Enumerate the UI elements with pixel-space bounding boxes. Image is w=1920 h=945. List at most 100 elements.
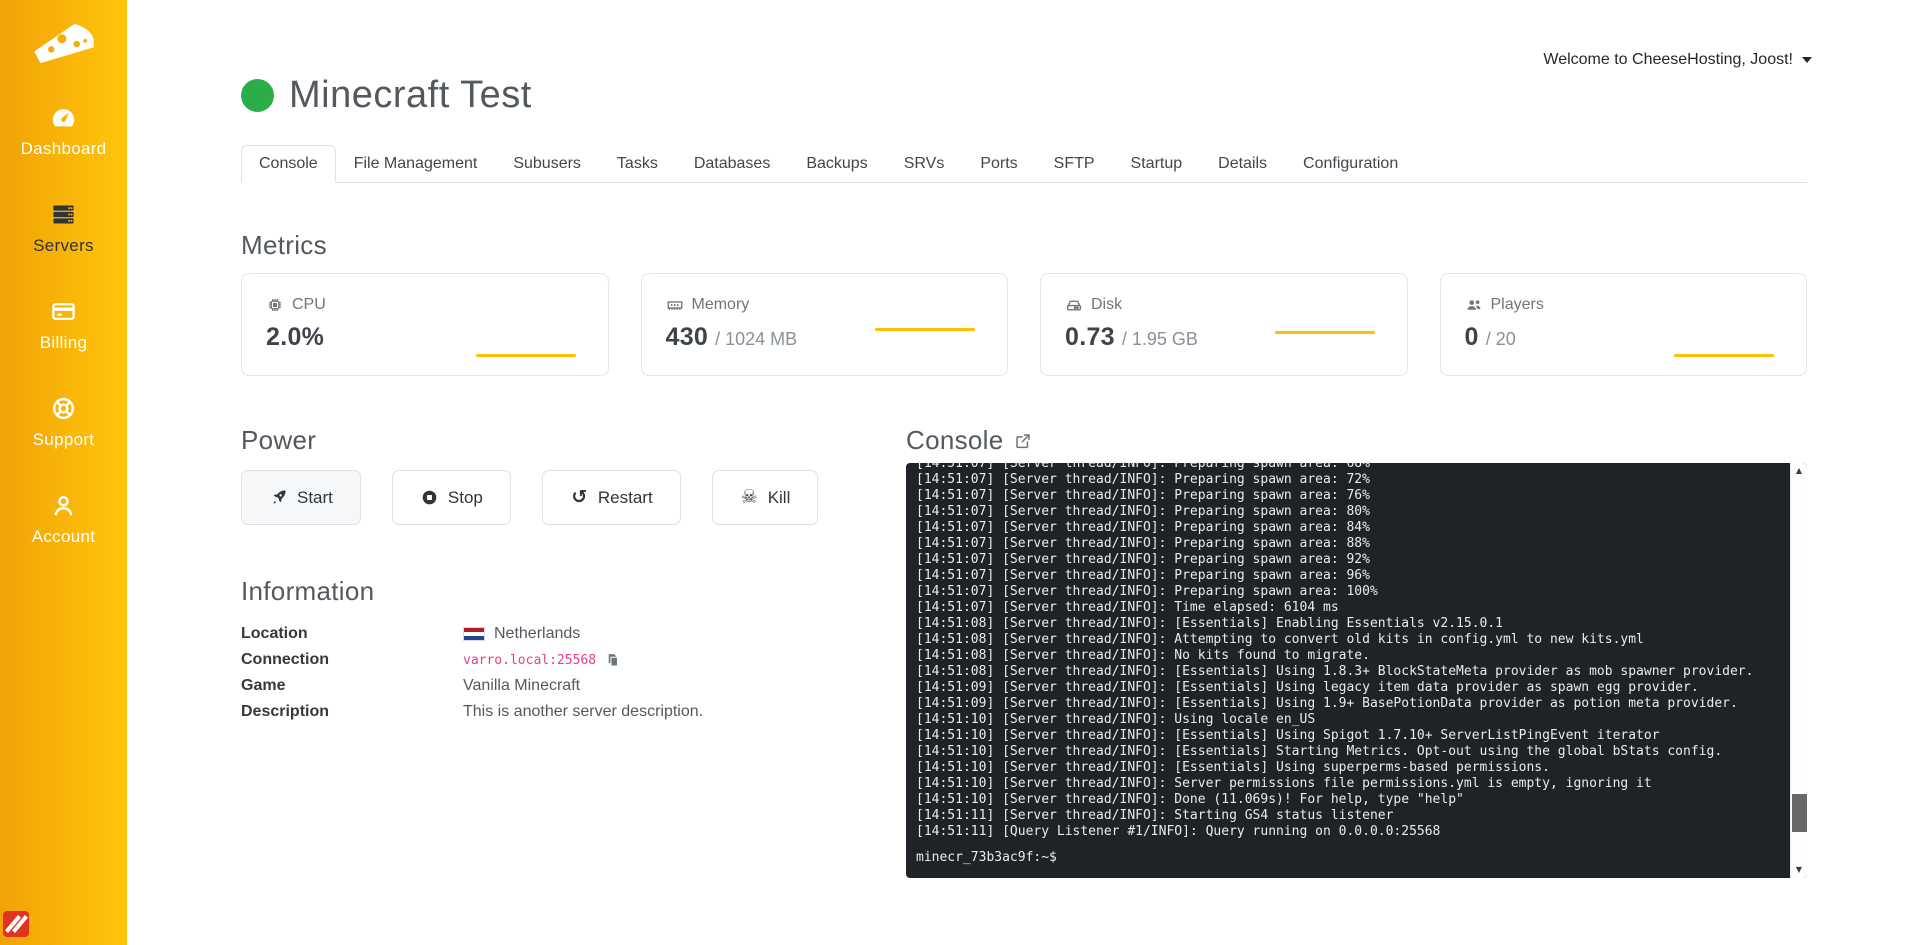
console-line: [14:51:07] [Server thread/INFO]: Prepari… [916, 520, 1370, 535]
console-line: [14:51:07] [Server thread/INFO]: Prepari… [916, 568, 1370, 583]
metric-label: Players [1490, 296, 1544, 313]
metric-value: 0.73 [1065, 323, 1115, 351]
restart-icon: ↺ [571, 486, 588, 508]
metric-suffix: / 1024 MB [715, 329, 798, 349]
console-line: [14:51:07] [Server thread/INFO]: Prepari… [916, 463, 1370, 471]
location-value: Netherlands [494, 625, 581, 642]
console-scrollbar[interactable]: ▲ ▼ [1790, 463, 1807, 878]
tab-details[interactable]: Details [1200, 145, 1285, 183]
console-line: [14:51:10] [Server thread/INFO]: Server … [916, 776, 1652, 791]
start-button-label: Start [297, 487, 333, 507]
game-value: Vanilla Minecraft [463, 677, 581, 694]
tab-databases[interactable]: Databases [676, 145, 789, 183]
metric-suffix: / 1.95 GB [1121, 329, 1198, 349]
metric-cards: CPU 2.0% Memory 430 / 1024 MB Disk 0.73 … [241, 273, 1807, 376]
external-link-icon[interactable] [1014, 432, 1032, 450]
info-label: Game [241, 677, 286, 694]
sidebar-item-account[interactable]: Account [0, 486, 127, 583]
user-icon [50, 492, 77, 519]
skull-icon: ☠ [740, 486, 758, 508]
metric-label: Disk [1091, 296, 1123, 313]
players-icon [1465, 296, 1483, 314]
console-line: [14:51:07] [Server thread/INFO]: Prepari… [916, 472, 1370, 487]
scroll-down-arrow[interactable]: ▼ [1791, 862, 1807, 878]
stop-button[interactable]: Stop [391, 470, 511, 525]
metric-label: Memory [691, 296, 750, 313]
metric-label: CPU [292, 296, 326, 313]
console-line: [14:51:10] [Server thread/INFO]: [Essent… [916, 728, 1660, 743]
kill-button[interactable]: ☠ Kill [711, 470, 819, 525]
information-heading: Information [241, 576, 375, 606]
sidebar-item-support[interactable]: Support [0, 389, 127, 486]
kill-button-label: Kill [767, 487, 791, 507]
tab-startup[interactable]: Startup [1113, 145, 1201, 183]
chevron-down-icon [1802, 57, 1812, 63]
console-section: Console [14:51:07] [Server thread/INFO]:… [906, 425, 1807, 878]
console-log[interactable]: [14:51:07] [Server thread/INFO]: Prepari… [916, 463, 1777, 840]
tab-tasks[interactable]: Tasks [599, 145, 676, 183]
tab-console[interactable]: Console [241, 145, 336, 183]
power-buttons: Start Stop ↺ Restart ☠ Kill [241, 470, 889, 525]
info-row-connection: Connection varro.local:25568 [241, 650, 889, 670]
info-row-description: Description This is another server descr… [241, 702, 889, 722]
sidebar-item-label: Billing [39, 333, 88, 352]
tab-backups[interactable]: Backups [788, 145, 885, 183]
cheese-logo[interactable] [0, 0, 127, 72]
sidebar-item-label: Account [31, 527, 96, 546]
scroll-thumb[interactable] [1792, 794, 1807, 832]
console-line: [14:51:09] [Server thread/INFO]: [Essent… [916, 680, 1699, 695]
console-line: [14:51:10] [Server thread/INFO]: Using l… [916, 712, 1316, 727]
billing-icon [50, 298, 77, 325]
metric-card-cpu: CPU 2.0% [241, 273, 609, 376]
console-line: [14:51:08] [Server thread/INFO]: [Essent… [916, 664, 1754, 679]
console-heading: Console [906, 425, 1004, 455]
restart-button[interactable]: ↺ Restart [541, 470, 681, 525]
console-line: [14:51:10] [Server thread/INFO]: Done (1… [916, 792, 1464, 807]
welcome-text: Welcome to CheeseHosting, Joost! [1543, 51, 1793, 68]
start-button[interactable]: Start [241, 470, 361, 525]
copy-icon[interactable] [605, 652, 620, 668]
servers-icon [50, 201, 77, 228]
tab-subusers[interactable]: Subusers [495, 145, 599, 183]
console-terminal[interactable]: [14:51:07] [Server thread/INFO]: Prepari… [906, 463, 1807, 878]
dashboard-icon [50, 104, 77, 131]
tab-srvs[interactable]: SRVs [886, 145, 963, 183]
life-ring-icon [50, 395, 77, 422]
tab-sftp[interactable]: SFTP [1036, 145, 1113, 183]
console-line: [14:51:07] [Server thread/INFO]: Time el… [916, 600, 1339, 615]
stop-icon [420, 488, 439, 507]
metric-card-disk: Disk 0.73 / 1.95 GB [1040, 273, 1408, 376]
sparkline [475, 354, 576, 357]
sparkline [875, 328, 975, 331]
cheese-logo-icon [33, 23, 94, 64]
sidebar-item-label: Servers [33, 236, 94, 255]
sidebar-item-billing[interactable]: Billing [0, 292, 127, 389]
connection-address: varro.local:25568 [463, 652, 597, 668]
console-line: [14:51:10] [Server thread/INFO]: [Essent… [916, 744, 1723, 759]
sidebar-item-dashboard[interactable]: Dashboard [0, 98, 127, 195]
info-label: Description [241, 703, 330, 720]
console-line: [14:51:08] [Server thread/INFO]: No kits… [916, 648, 1370, 663]
console-line: [14:51:07] [Server thread/INFO]: Prepari… [916, 488, 1370, 503]
scroll-up-arrow[interactable]: ▲ [1791, 463, 1807, 479]
info-row-location: Location Netherlands [241, 624, 889, 644]
sparkline [1674, 354, 1774, 357]
red-badge-icon[interactable] [3, 911, 29, 937]
console-line: [14:51:11] [Server thread/INFO]: Startin… [916, 808, 1394, 823]
stop-button-label: Stop [447, 487, 483, 507]
restart-button-label: Restart [597, 487, 653, 507]
console-line: [14:51:11] [Query Listener #1/INFO]: Que… [916, 824, 1441, 839]
info-label: Connection [241, 651, 329, 668]
status-dot [241, 79, 274, 112]
console-line: [14:51:08] [Server thread/INFO]: Attempt… [916, 632, 1644, 647]
sidebar-item-servers[interactable]: Servers [0, 195, 127, 292]
left-column: Power Start Stop ↺ Restart ☠ Kill Inform… [241, 425, 889, 728]
power-heading: Power [241, 425, 317, 455]
disk-icon [1065, 296, 1083, 314]
metrics-heading: Metrics [241, 230, 327, 260]
tab-ports[interactable]: Ports [962, 145, 1035, 183]
tab-file-management[interactable]: File Management [336, 145, 496, 183]
server-title-row: Minecraft Test [241, 74, 532, 117]
tab-configuration[interactable]: Configuration [1285, 145, 1416, 183]
user-menu[interactable]: Welcome to CheeseHosting, Joost! [1543, 51, 1812, 69]
